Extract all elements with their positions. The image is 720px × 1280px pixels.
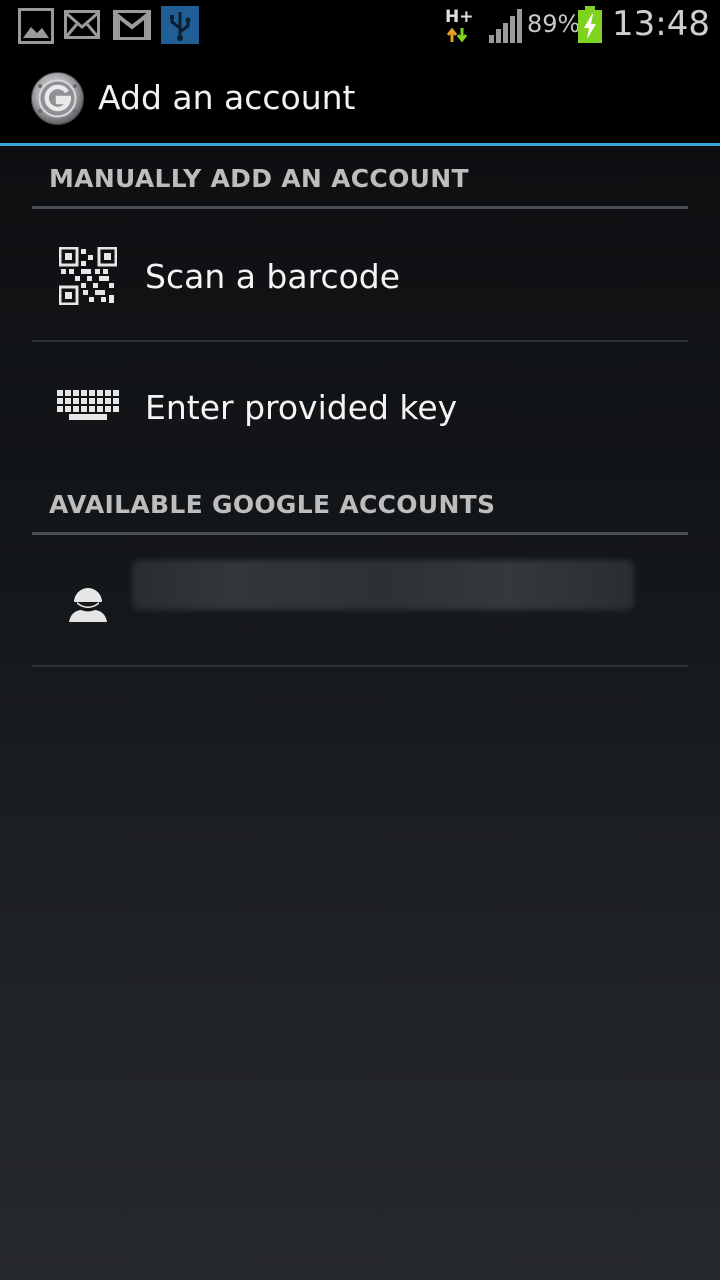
email-icon — [64, 10, 100, 39]
action-bar-divider — [0, 143, 720, 146]
section-divider — [32, 532, 688, 535]
authenticator-icon[interactable] — [30, 71, 85, 126]
enter-key-item[interactable]: Enter provided key — [32, 342, 688, 472]
qr-code-icon — [59, 247, 117, 305]
battery-charging-icon — [578, 6, 602, 43]
account-email-redacted — [132, 560, 634, 610]
data-activity-icon — [447, 27, 468, 43]
usb-icon — [161, 6, 199, 44]
battery-percent: 89% — [527, 10, 581, 38]
enter-key-label: Enter provided key — [145, 388, 458, 427]
keyboard-icon — [57, 390, 119, 420]
row-divider — [32, 665, 688, 667]
person-icon — [69, 588, 107, 622]
network-type-label: H+ — [445, 7, 474, 27]
section-divider — [32, 206, 688, 209]
gallery-icon — [18, 8, 54, 44]
scan-barcode-label: Scan a barcode — [145, 257, 401, 296]
google-account-item[interactable] — [32, 536, 688, 665]
status-bar: H+ 89% 13:48 — [0, 0, 720, 50]
gmail-icon — [113, 10, 151, 40]
signal-icon — [489, 9, 522, 43]
page-title: Add an account — [98, 78, 356, 117]
clock: 13:48 — [612, 4, 710, 44]
section-header-google: AVAILABLE GOOGLE ACCOUNTS — [49, 490, 496, 519]
scan-barcode-item[interactable]: Scan a barcode — [32, 210, 688, 340]
section-header-manual: MANUALLY ADD AN ACCOUNT — [49, 164, 469, 193]
